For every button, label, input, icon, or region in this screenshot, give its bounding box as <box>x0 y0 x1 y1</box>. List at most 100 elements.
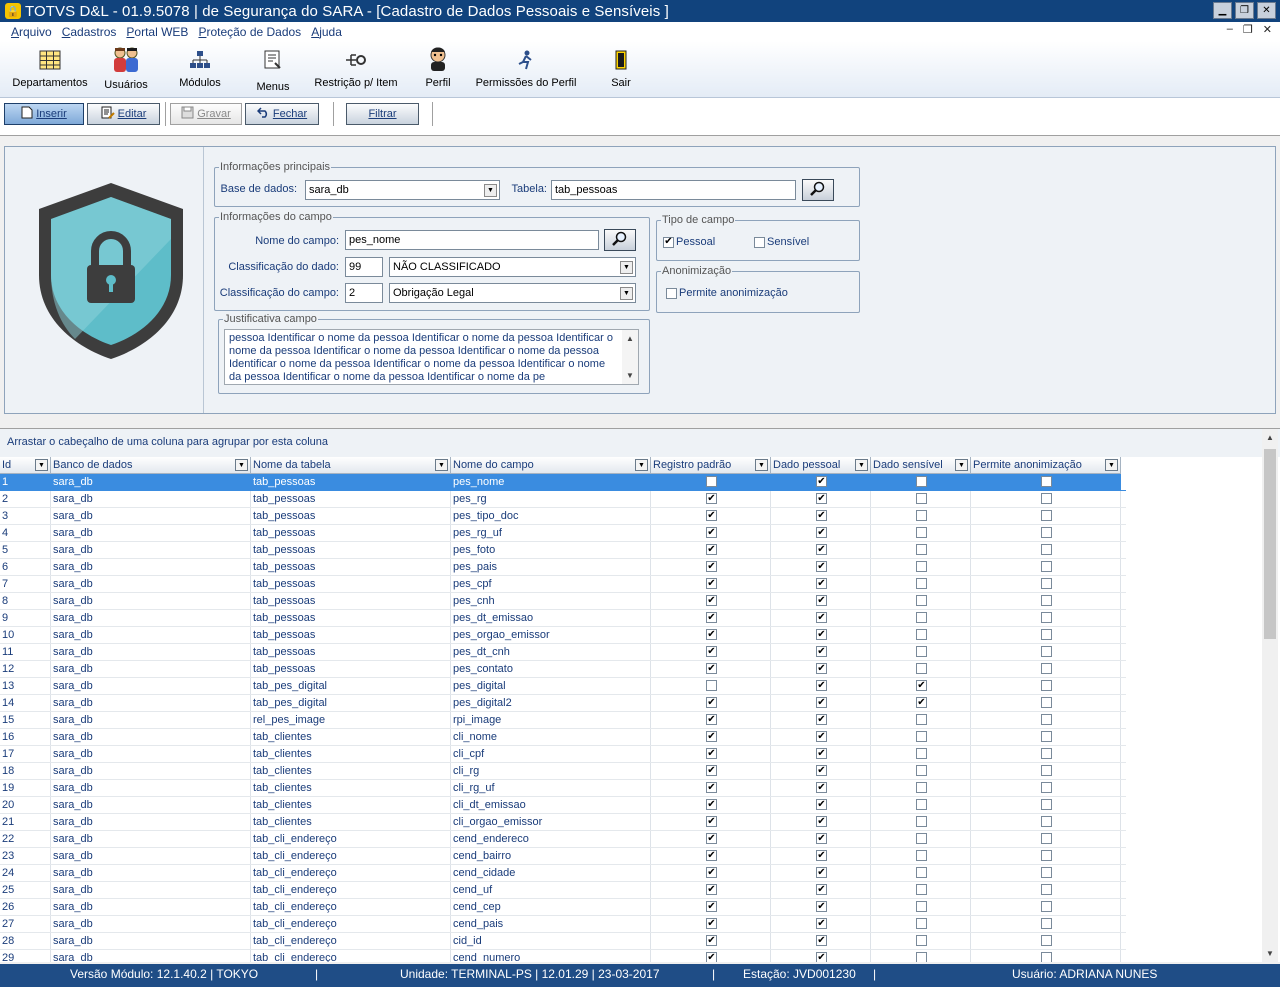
sensivel-checkbox[interactable]: Sensível <box>754 236 809 248</box>
cell-checkbox[interactable] <box>916 918 927 929</box>
mdi-close-button[interactable]: ✕ <box>1263 23 1272 36</box>
cell-checkbox[interactable]: ✔ <box>816 544 827 555</box>
column-header-banco[interactable]: Banco de dados ▼ <box>51 457 251 474</box>
cell-checkbox[interactable]: ✔ <box>706 595 717 606</box>
table-row[interactable]: 13 sara_db tab_pes_digital pes_digital ✔ ✔ <box>0 678 1126 695</box>
cell-checkbox[interactable]: ✔ <box>706 850 717 861</box>
table-row[interactable]: 19 sara_db tab_clientes cli_rg_uf ✔ ✔ <box>0 780 1126 797</box>
perfil-button[interactable]: Perfil <box>421 45 455 89</box>
cell-checkbox[interactable]: ✔ <box>706 867 717 878</box>
cell-checkbox[interactable] <box>1041 884 1052 895</box>
column-filter-dropdown-icon[interactable]: ▼ <box>955 459 968 471</box>
table-row[interactable]: 15 sara_db rel_pes_image rpi_image ✔ ✔ <box>0 712 1126 729</box>
cell-checkbox[interactable] <box>1041 816 1052 827</box>
menu-portal-web[interactable]: Portal WEB <box>121 25 193 39</box>
class-dado-code-field[interactable]: 99 <box>345 257 383 277</box>
cell-checkbox[interactable]: ✔ <box>816 867 827 878</box>
column-filter-dropdown-icon[interactable]: ▼ <box>755 459 768 471</box>
gravar-button[interactable]: Gravar <box>170 103 242 125</box>
cell-checkbox[interactable]: ✔ <box>706 816 717 827</box>
usuarios-button[interactable]: Usuários <box>102 45 150 91</box>
cell-checkbox[interactable] <box>916 646 927 657</box>
class-campo-code-field[interactable]: 2 <box>345 283 383 303</box>
tabela-field[interactable]: tab_pessoas <box>551 180 796 200</box>
cell-checkbox[interactable]: ✔ <box>916 680 927 691</box>
cell-checkbox[interactable]: ✔ <box>706 561 717 572</box>
scroll-thumb[interactable] <box>1264 449 1276 639</box>
cell-checkbox[interactable]: ✔ <box>816 850 827 861</box>
cell-checkbox[interactable] <box>1041 527 1052 538</box>
cell-checkbox[interactable] <box>1041 952 1052 962</box>
cell-checkbox[interactable] <box>916 544 927 555</box>
pessoal-checkbox[interactable]: ✔ Pessoal <box>663 236 715 248</box>
cell-checkbox[interactable]: ✔ <box>706 714 717 725</box>
grid-vertical-scrollbar[interactable]: ▲ ▼ <box>1262 429 1278 962</box>
cell-checkbox[interactable] <box>1041 663 1052 674</box>
column-filter-dropdown-icon[interactable]: ▼ <box>1105 459 1118 471</box>
cell-checkbox[interactable]: ✔ <box>816 629 827 640</box>
cell-checkbox[interactable] <box>706 476 717 487</box>
permite-anonimizacao-checkbox[interactable]: Permite anonimização <box>666 287 788 299</box>
table-row[interactable]: 29 sara_db tab_cli_endereço cend_numero ✔ ✔ <box>0 950 1126 962</box>
cell-checkbox[interactable]: ✔ <box>816 578 827 589</box>
cell-checkbox[interactable] <box>916 629 927 640</box>
cell-checkbox[interactable]: ✔ <box>706 833 717 844</box>
table-row[interactable]: 6 sara_db tab_pessoas pes_pais ✔ ✔ <box>0 559 1126 576</box>
cell-checkbox[interactable] <box>916 850 927 861</box>
cell-checkbox[interactable]: ✔ <box>816 935 827 946</box>
cell-checkbox[interactable]: ✔ <box>816 663 827 674</box>
cell-checkbox[interactable]: ✔ <box>816 527 827 538</box>
sair-button[interactable]: Sair <box>604 47 638 89</box>
cell-checkbox[interactable] <box>916 663 927 674</box>
cell-checkbox[interactable]: ✔ <box>816 697 827 708</box>
column-filter-dropdown-icon[interactable]: ▼ <box>435 459 448 471</box>
cell-checkbox[interactable] <box>916 493 927 504</box>
menus-button[interactable]: Menus <box>252 47 294 93</box>
mdi-restore-button[interactable]: ❐ <box>1243 23 1253 36</box>
cell-checkbox[interactable]: ✔ <box>706 884 717 895</box>
scroll-up-arrow-icon[interactable]: ▲ <box>1266 433 1274 442</box>
cell-checkbox[interactable]: ✔ <box>816 782 827 793</box>
cell-checkbox[interactable]: ✔ <box>706 663 717 674</box>
cell-checkbox[interactable] <box>916 816 927 827</box>
cell-checkbox[interactable] <box>1041 782 1052 793</box>
mdi-minimize-button[interactable]: – <box>1227 23 1233 36</box>
filtrar-button[interactable]: Filtrar <box>346 103 419 125</box>
column-header-id[interactable]: Id ▼ <box>0 457 51 474</box>
column-header-sensivel[interactable]: Dado sensível ▼ <box>871 457 971 474</box>
cell-checkbox[interactable] <box>916 578 927 589</box>
chevron-down-icon[interactable]: ▼ <box>620 261 633 274</box>
table-row[interactable]: 26 sara_db tab_cli_endereço cend_cep ✔ ✔ <box>0 899 1126 916</box>
cell-checkbox[interactable] <box>1041 867 1052 878</box>
cell-checkbox[interactable] <box>916 731 927 742</box>
cell-checkbox[interactable] <box>916 884 927 895</box>
cell-checkbox[interactable] <box>1041 850 1052 861</box>
cell-checkbox[interactable] <box>916 527 927 538</box>
cell-checkbox[interactable]: ✔ <box>706 697 717 708</box>
cell-checkbox[interactable]: ✔ <box>916 697 927 708</box>
cell-checkbox[interactable] <box>1041 918 1052 929</box>
cell-checkbox[interactable] <box>916 510 927 521</box>
cell-checkbox[interactable] <box>1041 680 1052 691</box>
cell-checkbox[interactable]: ✔ <box>706 935 717 946</box>
column-header-pessoal[interactable]: Dado pessoal ▼ <box>771 457 871 474</box>
table-row[interactable]: 8 sara_db tab_pessoas pes_cnh ✔ ✔ <box>0 593 1126 610</box>
menu-cadastros[interactable]: Cadastros <box>57 25 122 39</box>
cell-checkbox[interactable]: ✔ <box>706 799 717 810</box>
table-row[interactable]: 20 sara_db tab_clientes cli_dt_emissao ✔ ✔ <box>0 797 1126 814</box>
restricao-item-button[interactable]: Restrição p/ Item <box>313 47 399 89</box>
table-row[interactable]: 17 sara_db tab_clientes cli_cpf ✔ ✔ <box>0 746 1126 763</box>
cell-checkbox[interactable]: ✔ <box>816 816 827 827</box>
cell-checkbox[interactable] <box>916 799 927 810</box>
cell-checkbox[interactable]: ✔ <box>816 714 827 725</box>
cell-checkbox[interactable] <box>1041 901 1052 912</box>
cell-checkbox[interactable]: ✔ <box>816 561 827 572</box>
cell-checkbox[interactable]: ✔ <box>706 748 717 759</box>
cell-checkbox[interactable]: ✔ <box>706 782 717 793</box>
table-row[interactable]: 4 sara_db tab_pessoas pes_rg_uf ✔ ✔ <box>0 525 1126 542</box>
table-row[interactable]: 22 sara_db tab_cli_endereço cend_endereco ✔ ✔ <box>0 831 1126 848</box>
column-header-tabela[interactable]: Nome da tabela ▼ <box>251 457 451 474</box>
cell-checkbox[interactable]: ✔ <box>706 901 717 912</box>
cell-checkbox[interactable] <box>916 782 927 793</box>
cell-checkbox[interactable]: ✔ <box>816 493 827 504</box>
